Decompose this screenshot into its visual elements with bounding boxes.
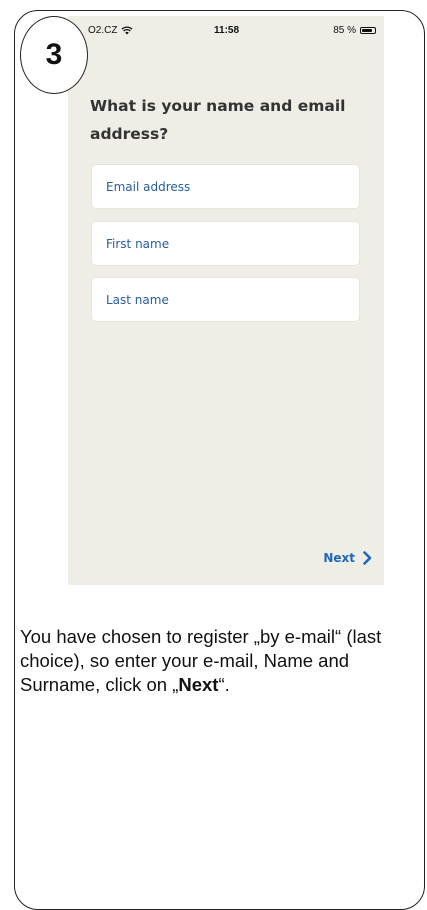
next-button-label: Next [323, 551, 355, 565]
last-name-field[interactable] [91, 277, 360, 322]
status-battery-group: 85 % [333, 25, 376, 36]
status-carrier-group: O2.CZ [88, 25, 134, 36]
chevron-right-icon [363, 551, 372, 565]
status-bar: O2.CZ 11:58 85 % [68, 16, 384, 42]
wifi-icon [121, 26, 134, 35]
instruction-close-quote: “. [218, 674, 230, 695]
instruction-next-emphasis: Next [178, 674, 219, 695]
email-field[interactable] [91, 164, 360, 209]
form-question-heading: What is your name and email address? [90, 97, 346, 143]
phone-screen: O2.CZ 11:58 85 % What is your name and e… [68, 16, 384, 585]
battery-icon [360, 27, 376, 34]
battery-fill [362, 29, 373, 32]
status-time: 11:58 [214, 25, 240, 36]
next-button[interactable]: Next [323, 551, 372, 565]
first-name-field[interactable] [91, 221, 360, 266]
step-number: 3 [45, 38, 63, 71]
step-number-badge: 3 [20, 16, 88, 94]
instruction-text: You have chosen to register „by e-mail“ … [20, 625, 415, 697]
carrier-name: O2.CZ [88, 25, 118, 36]
battery-percent: 85 % [333, 25, 356, 36]
